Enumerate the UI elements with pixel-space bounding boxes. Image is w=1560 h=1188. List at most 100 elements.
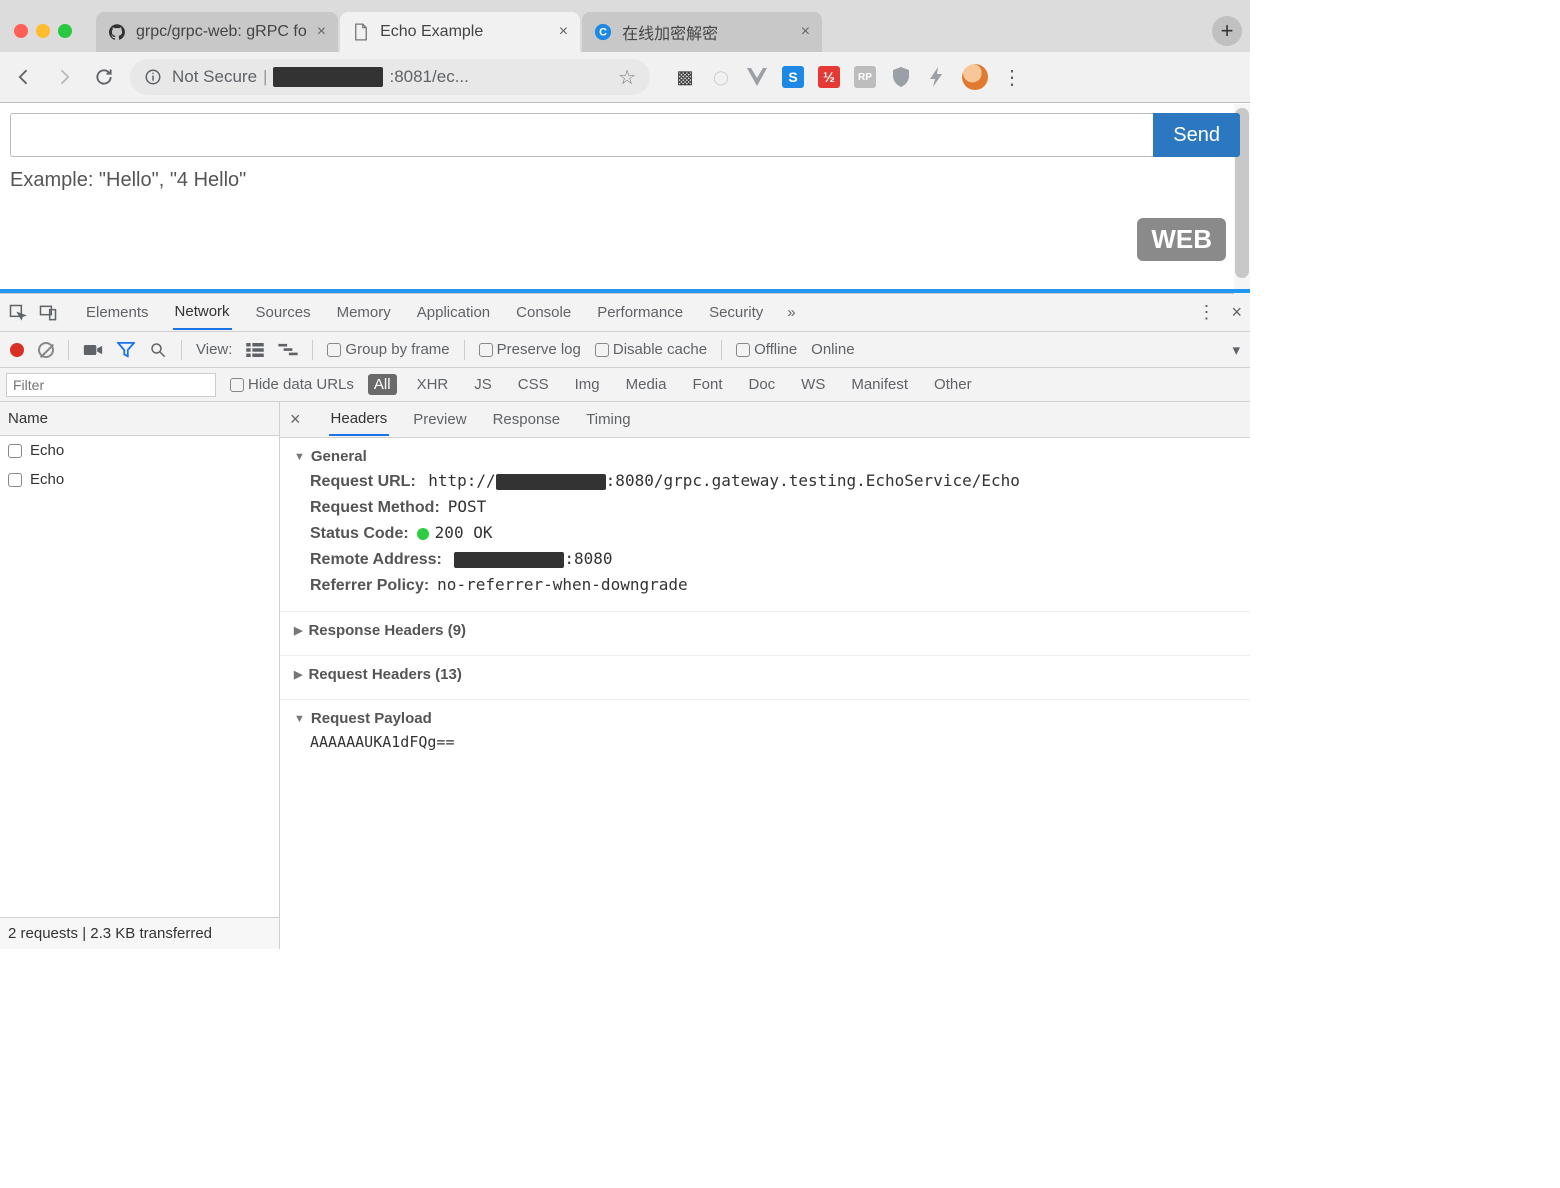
window-controls [14, 24, 72, 38]
inspect-icon[interactable] [8, 303, 28, 323]
tab-security[interactable]: Security [707, 296, 765, 329]
ext-rp-icon[interactable]: RP [854, 66, 876, 88]
separator [181, 340, 182, 360]
collapse-icon[interactable]: ▼ [294, 451, 305, 463]
detail-tab-headers[interactable]: Headers [329, 403, 390, 436]
close-window-button[interactable] [14, 24, 28, 38]
tab-performance[interactable]: Performance [595, 296, 685, 329]
back-button[interactable] [10, 63, 38, 91]
large-rows-icon[interactable] [246, 343, 264, 357]
url-text: Not Secure | :8081/ec... [172, 67, 608, 87]
settings-icon[interactable]: ⋮ [1197, 302, 1215, 323]
request-list-header: Name [0, 402, 279, 436]
tab-console[interactable]: Console [514, 296, 573, 329]
url-suffix: :8081/ec... [389, 67, 468, 87]
record-button[interactable] [10, 343, 24, 357]
circle-c-icon: C [594, 23, 612, 41]
nav-bar: Not Secure | :8081/ec... ☆ ▩ ◯ S ½ RP ⋮ [0, 52, 1250, 102]
filter-js[interactable]: JS [468, 374, 498, 395]
chevron-down-icon[interactable]: ▾ [1232, 341, 1240, 359]
ext-bolt-icon[interactable] [926, 66, 948, 88]
waterfall-icon[interactable] [278, 343, 298, 357]
network-toolbar: View: Group by frame Preserve log Disabl… [0, 332, 1250, 368]
device-icon[interactable] [38, 303, 58, 323]
tab-grpc-web[interactable]: grpc/grpc-web: gRPC fo × [96, 12, 338, 52]
send-button[interactable]: Send [1153, 113, 1240, 157]
filter-css[interactable]: CSS [512, 374, 555, 395]
close-detail-icon[interactable]: × [290, 409, 301, 430]
tab-crypto[interactable]: C 在线加密解密 × [582, 12, 822, 52]
request-row[interactable]: Echo [0, 465, 279, 494]
filter-ws[interactable]: WS [795, 374, 831, 395]
more-tabs-icon[interactable]: » [787, 304, 795, 321]
close-icon[interactable]: × [801, 23, 810, 41]
tab-application[interactable]: Application [415, 296, 492, 329]
expand-icon[interactable]: ▶ [294, 668, 302, 681]
request-name: Echo [30, 442, 64, 459]
detail-tab-response[interactable]: Response [491, 404, 563, 435]
tab-elements[interactable]: Elements [84, 296, 151, 329]
tab-memory[interactable]: Memory [335, 296, 393, 329]
qr-icon[interactable]: ▩ [674, 66, 696, 88]
shield-icon[interactable] [890, 66, 912, 88]
checkbox[interactable] [8, 473, 22, 487]
filter-manifest[interactable]: Manifest [845, 374, 914, 395]
vue-icon[interactable] [746, 66, 768, 88]
menu-button[interactable]: ⋮ [1002, 65, 1022, 90]
separator [68, 340, 69, 360]
request-row[interactable]: Echo [0, 436, 279, 465]
request-list: Name Echo Echo 2 requests | 2.3 KB trans… [0, 402, 280, 949]
disable-cache-checkbox[interactable]: Disable cache [595, 341, 707, 358]
search-icon[interactable] [149, 341, 167, 359]
clear-button[interactable] [38, 342, 54, 358]
preserve-log-checkbox[interactable]: Preserve log [479, 341, 581, 358]
close-icon[interactable]: × [317, 23, 326, 41]
ext-z-icon[interactable]: ½ [818, 66, 840, 88]
filter-icon[interactable] [117, 342, 135, 358]
devtools: Elements Network Sources Memory Applicat… [0, 293, 1250, 949]
filter-media[interactable]: Media [620, 374, 673, 395]
section-request-headers[interactable]: ▶Request Headers (13) [280, 656, 1250, 700]
label: Remote Address: [310, 551, 442, 568]
filter-img[interactable]: Img [569, 374, 606, 395]
collapse-icon[interactable]: ▼ [294, 713, 305, 725]
filter-other[interactable]: Other [928, 374, 978, 395]
detail-tab-preview[interactable]: Preview [411, 404, 468, 435]
camera-icon[interactable] [83, 343, 103, 357]
maximize-window-button[interactable] [58, 24, 72, 38]
filter-font[interactable]: Font [686, 374, 728, 395]
tab-echo-example[interactable]: Echo Example × [340, 12, 580, 52]
section-response-headers[interactable]: ▶Response Headers (9) [280, 612, 1250, 656]
ext-s-icon[interactable]: S [782, 66, 804, 88]
forward-button[interactable] [50, 63, 78, 91]
offline-checkbox[interactable]: Offline [736, 341, 797, 358]
group-by-frame-checkbox[interactable]: Group by frame [327, 341, 449, 358]
profile-avatar[interactable] [962, 64, 988, 90]
address-bar[interactable]: Not Secure | :8081/ec... ☆ [130, 59, 650, 95]
bookmark-icon[interactable]: ☆ [618, 65, 636, 90]
close-devtools-icon[interactable]: × [1231, 302, 1242, 323]
new-tab-button[interactable]: + [1212, 16, 1242, 46]
tab-network[interactable]: Network [173, 295, 232, 330]
detail-tab-timing[interactable]: Timing [584, 404, 632, 435]
reload-button[interactable] [90, 63, 118, 91]
close-icon[interactable]: × [559, 23, 568, 41]
filter-xhr[interactable]: XHR [411, 374, 455, 395]
filter-all[interactable]: All [368, 374, 397, 395]
message-input[interactable] [10, 113, 1153, 157]
separator [464, 340, 465, 360]
minimize-window-button[interactable] [36, 24, 50, 38]
throttling-select[interactable]: Online [811, 341, 854, 358]
extensions: ▩ ◯ S ½ RP ⋮ [674, 64, 1022, 90]
filter-doc[interactable]: Doc [742, 374, 781, 395]
section-general: ▼General Request URL: http://:8080/grpc.… [280, 438, 1250, 612]
request-payload-value: AAAAAAUKA1dFQg== [310, 733, 1236, 751]
expand-icon[interactable]: ▶ [294, 624, 302, 637]
tab-sources[interactable]: Sources [254, 296, 313, 329]
not-secure-label: Not Secure [172, 67, 257, 87]
checkbox[interactable] [8, 444, 22, 458]
filter-input[interactable] [6, 373, 216, 397]
hide-data-urls-checkbox[interactable]: Hide data URLs [230, 376, 354, 393]
tab-title: 在线加密解密 [622, 20, 791, 44]
spinner-icon[interactable]: ◯ [710, 66, 732, 88]
